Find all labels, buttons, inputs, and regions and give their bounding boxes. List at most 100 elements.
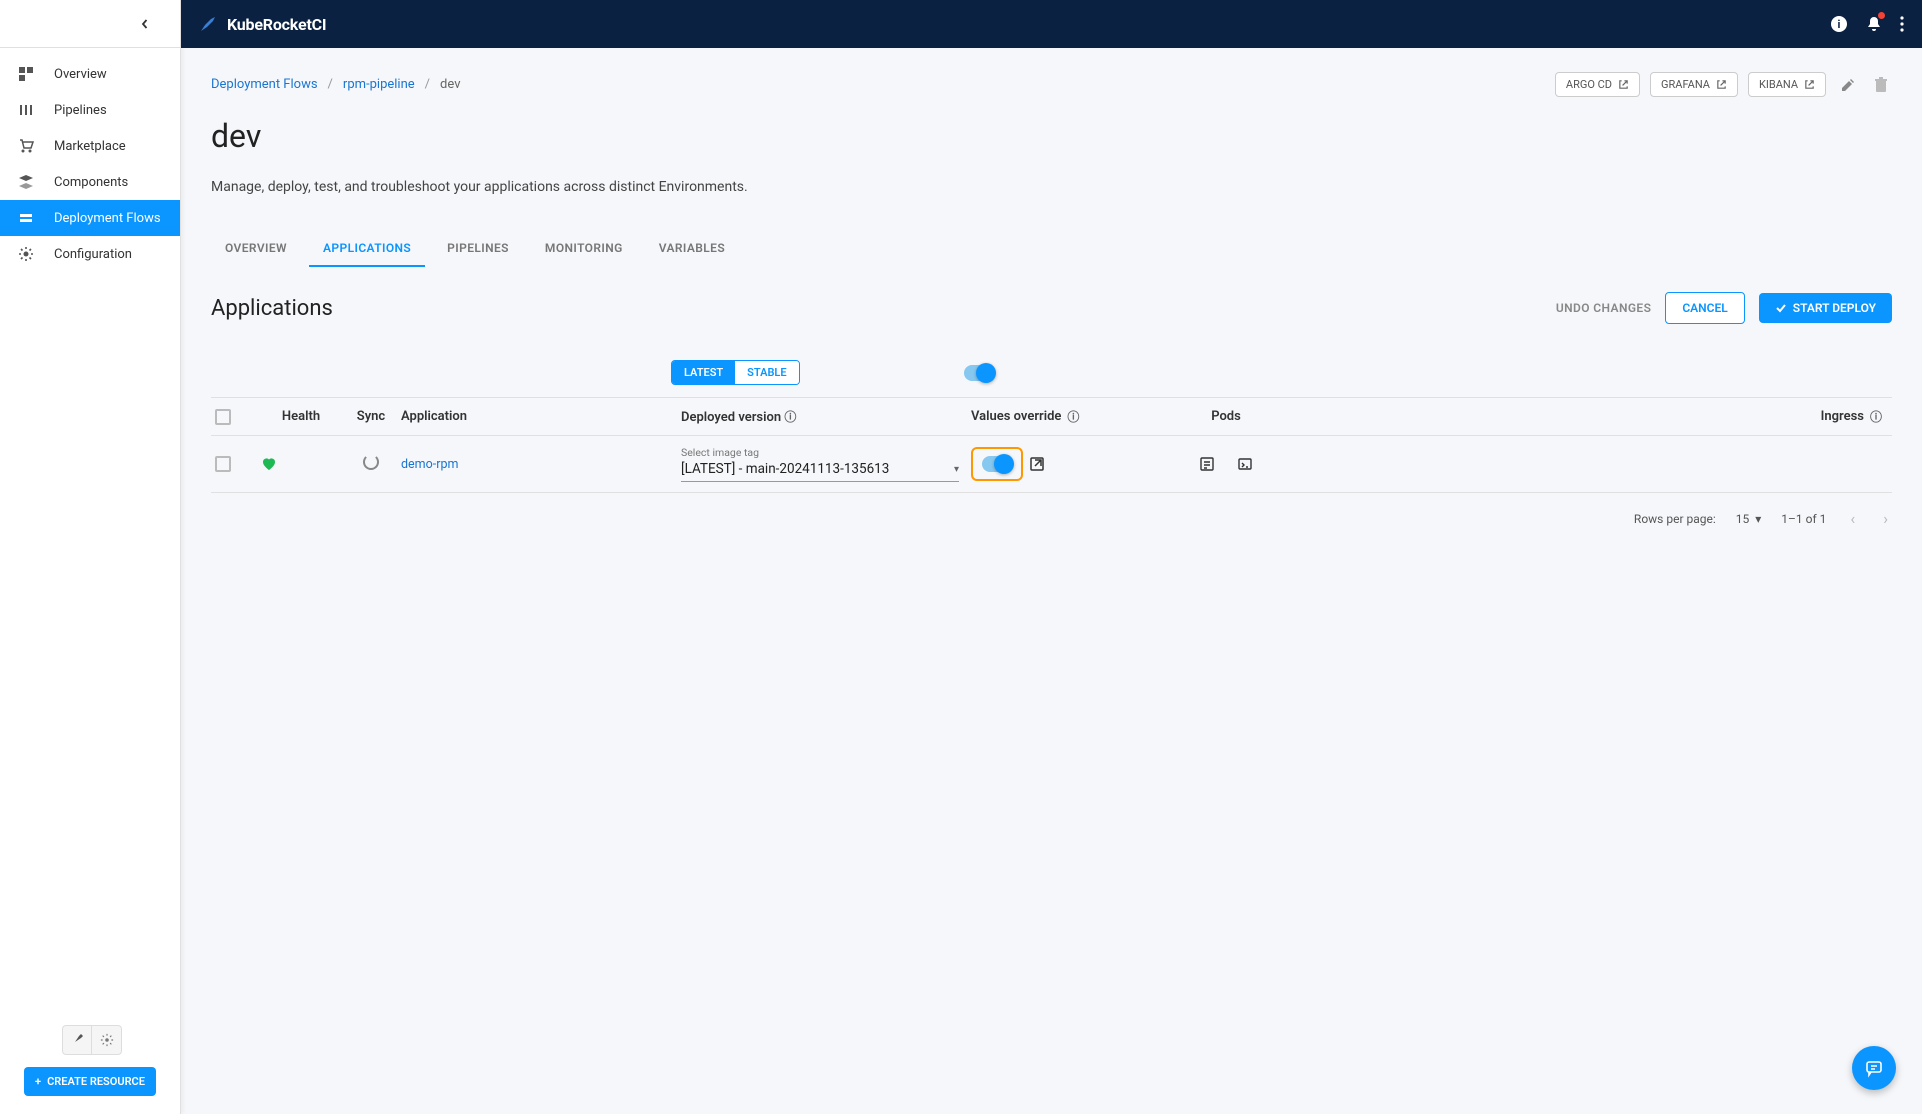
- sidebar-item-label: Marketplace: [54, 139, 126, 154]
- chevron-down-icon: ▾: [1755, 512, 1761, 526]
- open-in-new-icon[interactable]: [1029, 456, 1045, 472]
- configuration-icon: [14, 246, 38, 262]
- chevron-down-icon: ▾: [954, 464, 959, 475]
- breadcrumb-separator: /: [328, 77, 333, 92]
- pod-terminal-icon[interactable]: [1237, 456, 1253, 472]
- page-title: dev: [211, 117, 1892, 155]
- brand-logo-icon: [199, 15, 217, 33]
- kibana-label: KIBANA: [1759, 78, 1798, 91]
- external-link-icon: [1618, 79, 1629, 90]
- image-tag-label: Select image tag: [681, 446, 959, 459]
- header-application: Application: [401, 409, 681, 424]
- header-health: Health: [261, 409, 341, 424]
- breadcrumb-root[interactable]: Deployment Flows: [211, 77, 318, 92]
- create-resource-button[interactable]: + CREATE RESOURCE: [24, 1067, 156, 1096]
- sidebar-item-deployment-flows[interactable]: Deployment Flows: [0, 200, 180, 236]
- rows-per-page-label: Rows per page:: [1634, 512, 1716, 526]
- edit-icon[interactable]: [1836, 73, 1860, 97]
- tab-applications[interactable]: APPLICATIONS: [309, 231, 425, 267]
- values-override-all-toggle[interactable]: [964, 365, 994, 381]
- pagination-next[interactable]: ›: [1879, 505, 1892, 532]
- info-icon[interactable]: ⓘ: [784, 410, 796, 424]
- brand-name: KubeRocketCI: [227, 15, 326, 34]
- sidebar-item-marketplace[interactable]: Marketplace: [0, 128, 180, 164]
- sidebar-item-pipelines[interactable]: Pipelines: [0, 92, 180, 128]
- version-filter-stable[interactable]: STABLE: [735, 361, 798, 384]
- application-link[interactable]: demo-rpm: [401, 457, 458, 472]
- sidebar-item-label: Components: [54, 175, 128, 190]
- pipelines-icon: [14, 102, 38, 118]
- header-deployed-version: Deployed version: [681, 410, 781, 425]
- header-ingress: Ingress: [1821, 409, 1864, 424]
- sync-spinner-icon: [363, 454, 379, 470]
- tab-pipelines[interactable]: PIPELINES: [433, 231, 523, 267]
- footer-tool-rocket-icon[interactable]: [62, 1025, 92, 1055]
- create-resource-label: CREATE RESOURCE: [47, 1075, 145, 1088]
- sidebar-header: [0, 0, 180, 48]
- main-content: Deployment Flows / rpm-pipeline / dev AR…: [181, 48, 1922, 1114]
- notification-dot: [1878, 12, 1885, 19]
- more-menu-icon[interactable]: [1900, 16, 1904, 32]
- values-override-highlight: [971, 447, 1023, 481]
- breadcrumb-current: dev: [440, 77, 460, 92]
- select-all-checkbox[interactable]: [215, 409, 231, 425]
- sidebar-nav: Overview Pipelines Marketplace Component…: [0, 48, 180, 1013]
- plus-icon: +: [35, 1075, 41, 1088]
- breadcrumb-pipeline[interactable]: rpm-pipeline: [343, 77, 415, 92]
- argocd-link[interactable]: ARGO CD: [1555, 72, 1640, 97]
- argocd-label: ARGO CD: [1566, 78, 1612, 91]
- external-link-icon: [1804, 79, 1815, 90]
- marketplace-icon: [14, 138, 38, 154]
- cancel-button[interactable]: CANCEL: [1665, 292, 1744, 324]
- kibana-link[interactable]: KIBANA: [1748, 72, 1826, 97]
- image-tag-select[interactable]: Select image tag [LATEST] - main-2024111…: [681, 446, 959, 482]
- sidebar-item-label: Configuration: [54, 247, 132, 262]
- start-deploy-button[interactable]: START DEPLOY: [1759, 293, 1892, 323]
- version-filter-latest[interactable]: LATEST: [672, 361, 735, 384]
- grafana-label: GRAFANA: [1661, 78, 1710, 91]
- sidebar-footer: + CREATE RESOURCE: [0, 1013, 180, 1114]
- version-filter-segment: LATEST STABLE: [671, 360, 800, 385]
- rows-per-page-select[interactable]: 15 ▾: [1736, 512, 1762, 526]
- pod-logs-icon[interactable]: [1199, 456, 1215, 472]
- collapse-sidebar-button[interactable]: [140, 19, 150, 29]
- info-icon[interactable]: ⓘ: [1067, 408, 1079, 425]
- notifications-icon[interactable]: [1866, 15, 1882, 33]
- tab-monitoring[interactable]: MONITORING: [531, 231, 637, 267]
- footer-tool-gear-icon[interactable]: [92, 1025, 122, 1055]
- applications-table: LATEST STABLE Health Sync Application De…: [211, 354, 1892, 544]
- topbar: KubeRocketCI i: [181, 0, 1922, 48]
- delete-icon[interactable]: [1870, 73, 1892, 97]
- page-description: Manage, deploy, test, and troubleshoot y…: [211, 179, 1892, 195]
- pagination: Rows per page: 15 ▾ 1–1 of 1 ‹ ›: [211, 493, 1892, 544]
- row-checkbox[interactable]: [215, 456, 231, 472]
- tab-overview[interactable]: OVERVIEW: [211, 231, 301, 267]
- breadcrumb-separator: /: [425, 77, 430, 92]
- sidebar-item-components[interactable]: Components: [0, 164, 180, 200]
- values-override-toggle[interactable]: [982, 456, 1012, 472]
- svg-text:i: i: [1838, 18, 1841, 31]
- sidebar: Overview Pipelines Marketplace Component…: [0, 0, 181, 1114]
- pagination-range: 1–1 of 1: [1781, 512, 1826, 526]
- sidebar-item-label: Pipelines: [54, 103, 107, 118]
- table-row: demo-rpm Select image tag [LATEST] - mai…: [211, 436, 1892, 493]
- start-deploy-label: START DEPLOY: [1793, 301, 1876, 315]
- components-icon: [14, 174, 38, 190]
- pagination-prev[interactable]: ‹: [1846, 505, 1859, 532]
- brand[interactable]: KubeRocketCI: [199, 15, 326, 34]
- info-icon[interactable]: i: [1830, 15, 1848, 33]
- rows-per-page-value: 15: [1736, 512, 1750, 526]
- overview-icon: [14, 66, 38, 82]
- health-icon: [261, 456, 341, 472]
- sidebar-item-overview[interactable]: Overview: [0, 56, 180, 92]
- sidebar-item-label: Overview: [54, 67, 107, 82]
- header-pods: Pods: [1211, 409, 1241, 424]
- chat-fab[interactable]: [1852, 1046, 1896, 1090]
- grafana-link[interactable]: GRAFANA: [1650, 72, 1738, 97]
- tab-variables[interactable]: VARIABLES: [645, 231, 739, 267]
- undo-changes-button[interactable]: UNDO CHANGES: [1556, 301, 1651, 315]
- check-icon: [1775, 302, 1787, 314]
- header-values-override: Values override: [971, 409, 1061, 424]
- info-icon[interactable]: ⓘ: [1870, 408, 1882, 425]
- sidebar-item-configuration[interactable]: Configuration: [0, 236, 180, 272]
